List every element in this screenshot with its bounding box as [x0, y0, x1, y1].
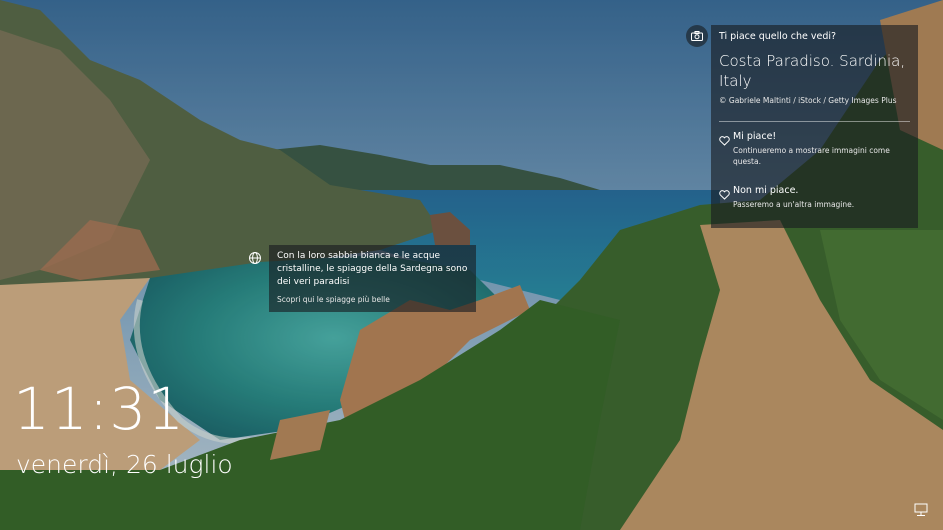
image-credit: © Gabriele Maltinti / iStock / Getty Ima…	[719, 96, 897, 105]
spotlight-question: Ti piace quello che vedi?	[719, 31, 837, 42]
camera-icon	[691, 31, 703, 41]
dislike-title: Non mi piace.	[733, 185, 799, 196]
hotspot-text: Con la loro sabbia bianca e le acque cri…	[277, 251, 468, 287]
like-description: Continueremo a mostrare immagini come qu…	[733, 146, 890, 166]
dislike-option[interactable]: Non mi piace. Passeremo a un'altra immag…	[719, 185, 910, 210]
like-option[interactable]: Mi piace! Continueremo a mostrare immagi…	[719, 131, 910, 167]
spotlight-camera-button[interactable]	[686, 25, 708, 47]
image-location-title: Costa Paradiso. Sardinia, Italy	[719, 52, 906, 90]
network-icon[interactable]	[914, 502, 928, 516]
spotlight-panel: Ti piace quello che vedi? Costa Paradiso…	[711, 25, 918, 228]
lockscreen-time: 11:31	[13, 375, 186, 443]
like-title: Mi piace!	[733, 131, 777, 142]
hotspot-tooltip[interactable]: Con la loro sabbia bianca e le acque cri…	[269, 245, 476, 312]
heart-icon	[719, 131, 733, 150]
lockscreen-date: venerdì, 26 luglio	[16, 450, 233, 479]
heart-icon	[719, 185, 733, 204]
globe-icon[interactable]	[248, 250, 262, 264]
divider	[719, 121, 910, 122]
dislike-description: Passeremo a un'altra immagine.	[733, 200, 855, 209]
hotspot-link[interactable]: Scopri qui le spiagge più belle	[277, 295, 468, 304]
